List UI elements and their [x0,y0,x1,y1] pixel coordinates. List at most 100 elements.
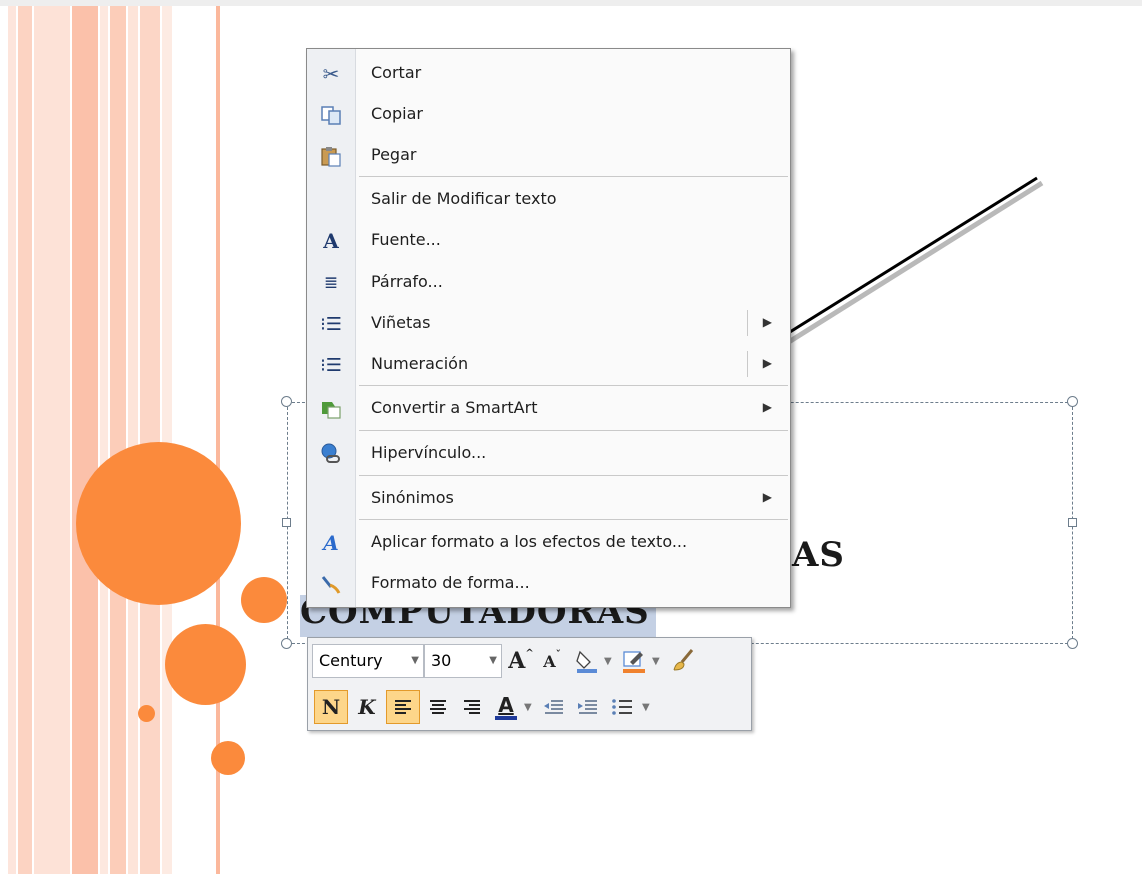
bold-label: N [321,695,341,719]
menu-item-parrafo[interactable]: ≣ Párrafo... [307,262,790,302]
submenu-arrow-icon: ▶ [762,490,772,504]
menu-separator [359,519,788,520]
slide-title-fragment[interactable]: AS [792,535,845,575]
fill-color-button[interactable] [572,644,602,678]
menu-item-label: Párrafo... [371,272,443,291]
paste-icon [319,144,343,168]
menu-item-label: Aplicar formato a los efectos de texto..… [371,532,688,551]
grow-font-button[interactable]: A ^ [506,644,536,678]
menu-item-label: Hipervínculo... [371,443,487,462]
superscript-caret-icon: ^ [525,648,534,659]
menu-item-pegar[interactable]: Pegar [307,135,790,175]
text-effects-icon: A [323,531,339,555]
format-shape-icon [319,572,343,596]
italic-label: K [358,695,376,719]
decor-circle [138,705,155,722]
numbering-icon: ⁝☰ [320,354,342,376]
align-right-icon [464,700,480,714]
menu-item-hipervinculo[interactable]: Hipervínculo... [307,433,790,473]
align-center-button[interactable] [422,690,454,724]
decor-stripe [162,6,172,874]
decor-stripe [128,6,138,874]
decor-stripe [110,6,126,874]
menu-item-numeracion[interactable]: ⁝☰ Numeración ▶ [307,344,790,384]
decor-stripe [8,6,16,874]
menu-item-salir-modificar-texto[interactable]: Salir de Modificar texto [307,179,790,219]
pencil-line-icon [623,651,645,673]
decor-circle [241,577,287,623]
shrink-font-button[interactable]: Aˇ [538,644,566,678]
scissors-icon: ✂ [322,62,340,86]
menu-separator [359,475,788,476]
paintbrush-icon [673,649,694,671]
menu-separator [359,430,788,431]
split-separator [747,351,748,377]
font-color-icon: A [498,693,514,717]
chevron-down-icon: ▼ [411,655,419,666]
menu-item-label: Fuente... [371,230,441,249]
chevron-down-icon[interactable]: ▼ [604,656,612,667]
decor-stripe [100,6,108,874]
hyperlink-icon [319,442,343,466]
decor-circle [165,624,246,705]
menu-item-aplicar-formato-efectos[interactable]: A Aplicar formato a los efectos de texto… [307,522,790,562]
menu-item-fuente[interactable]: A Fuente... [307,220,790,260]
menu-item-formato-forma[interactable]: Formato de forma... [307,563,790,603]
shrink-font-icon: A [543,651,556,671]
bullets-button[interactable] [606,690,638,724]
font-color-button[interactable]: A [490,690,522,724]
menu-item-vinetas[interactable]: ⁝☰ Viñetas ▶ [307,303,790,343]
menu-separator [359,176,788,177]
align-left-button[interactable] [386,690,420,724]
resize-handle[interactable] [282,518,291,527]
line-color-button[interactable] [618,644,650,678]
decor-circle [211,741,245,775]
menu-item-label: Copiar [371,104,423,123]
paint-bucket-icon [576,650,597,673]
context-menu: ✂ Cortar Copiar Pegar Salir de Modificar… [306,48,791,608]
align-left-icon [395,700,411,714]
menu-item-cortar[interactable]: ✂ Cortar [307,53,790,93]
decor-circle [76,442,241,605]
font-color-swatch [495,716,517,720]
menu-item-label: Numeración [371,354,469,373]
resize-handle[interactable] [281,396,292,407]
bold-button[interactable]: N [314,690,348,724]
increase-indent-icon [578,700,597,714]
menu-separator [359,385,788,386]
bullets-icon [612,699,632,715]
align-center-icon [430,700,446,714]
chevron-down-icon[interactable]: ▼ [524,702,532,713]
menu-item-convertir-smartart[interactable]: Convertir a SmartArt ▶ [307,388,790,428]
font-size-value: 30 [431,651,452,670]
menu-item-sinonimos[interactable]: Sinónimos ▶ [307,478,790,518]
grow-font-icon: A [508,648,526,674]
mini-toolbar: Century ▼ 30 ▼ A ^ Aˇ ▼ ▼ N K A ▼ ▼ [307,637,752,731]
menu-item-label: Cortar [371,63,422,82]
resize-handle[interactable] [1068,518,1077,527]
submenu-arrow-icon: ▶ [762,356,772,370]
font-name-combo[interactable]: Century ▼ [312,644,424,678]
decor-stripe [18,6,32,874]
decrease-indent-button[interactable] [538,690,570,724]
italic-button[interactable]: K [352,690,382,724]
font-name-value: Century [319,651,383,670]
superscript-caret-icon: ˇ [555,650,561,661]
chevron-down-icon[interactable]: ▼ [652,656,660,667]
decrease-indent-icon [544,700,563,714]
increase-indent-button[interactable] [572,690,604,724]
resize-handle[interactable] [1067,638,1078,649]
align-right-button[interactable] [456,690,488,724]
resize-handle[interactable] [1067,396,1078,407]
split-separator [747,310,748,336]
paragraph-icon: ≣ [323,273,339,293]
menu-item-copiar[interactable]: Copiar [307,94,790,134]
chevron-down-icon: ▼ [489,655,497,666]
format-painter-button[interactable] [666,644,700,678]
font-size-combo[interactable]: 30 ▼ [424,644,502,678]
decor-stripe [34,6,70,874]
chevron-down-icon[interactable]: ▼ [642,702,650,713]
smartart-icon [319,397,343,421]
menu-item-label: Pegar [371,145,417,164]
resize-handle[interactable] [281,638,292,649]
